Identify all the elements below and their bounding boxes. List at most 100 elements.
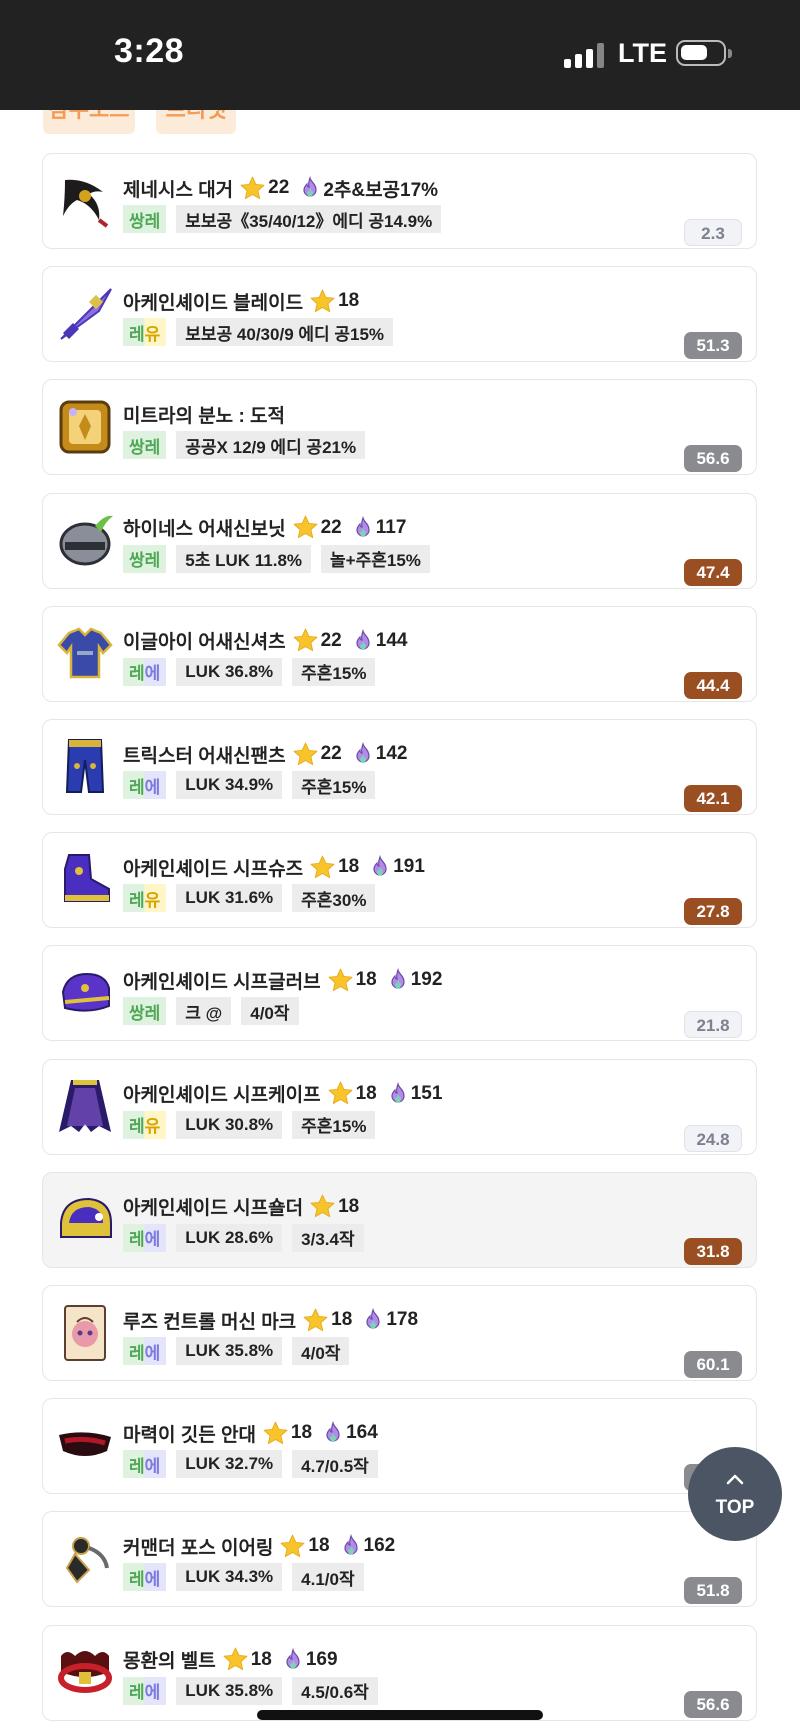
option-tag: LUK 35.8% [176, 1337, 283, 1365]
equipment-card[interactable]: 미트라의 분노 : 도적쌍 레 공공X 12/9 에디 공21% 56.6 [42, 379, 757, 476]
item-name: 아케인셰이드 시프슈즈 [123, 858, 304, 880]
star-count: 22 [268, 177, 290, 198]
flame-value: 151 [410, 1082, 443, 1104]
item-name: 미트라의 분노 : 도적 [123, 405, 286, 427]
equipment-card[interactable]: 아케인셰이드 시프숄더 18 레 에 LUK 28.6% 3/3.4작 31.8 [42, 1171, 757, 1268]
earring-icon [65, 1537, 109, 1584]
item-tags: 쌍 레 5초 LUK 11.8% 놀+주흔15% [123, 544, 430, 573]
star-icon [292, 627, 319, 654]
star-count: 18 [338, 290, 360, 312]
emblem-icon [59, 400, 111, 454]
option-tag: 놀+주흔15% [321, 544, 430, 573]
item-title-line: 커맨더 포스 이어링 18 162 [123, 1531, 395, 1561]
score-badge: 47.4 [684, 558, 742, 586]
potential-badge: 레에 [123, 1450, 167, 1479]
item-name: 트릭스터 어새신팬츠 [123, 745, 286, 767]
star-count: 18 [338, 1195, 360, 1217]
option-tag: 4.7/0.5작 [292, 1450, 378, 1479]
score-badge: 44.4 [684, 671, 742, 699]
pants-icon [65, 739, 105, 793]
item-name: 아케인셰이드 블레이드 [123, 292, 304, 314]
option-tag: 보보공 40/30/9 에디 공15% [176, 318, 394, 347]
equipment-card[interactable]: 아케인셰이드 시프글러브 18 192 쌍 레 크 @ 4/0작 21.8 [42, 945, 757, 1042]
item-tags: 쌍 레 보보공《35/40/12》에디 공14.9% [123, 205, 442, 233]
item-name: 커맨더 포스 이어링 [123, 1537, 274, 1559]
equipment-card[interactable]: 아케인셰이드 시프슈즈 18 191 레 유 LUK 31.6% 주흔30% 27.8 [42, 832, 757, 929]
equipment-card[interactable]: 이글아이 어새신셔츠 22 144 레 에 LUK 36.8% 주흔15% 44.4 [42, 605, 757, 702]
item-name: 이글아이 어새신셔츠 [123, 632, 286, 654]
item-image [55, 1189, 115, 1251]
flame-icon [282, 1647, 304, 1672]
item-tags: 쌍 레 공공X 12/9 에디 공21% [123, 431, 366, 460]
item-tags: 레 에 LUK 34.9% 주흔15% [123, 771, 376, 799]
item-image [55, 396, 115, 458]
star-icon [309, 288, 336, 315]
item-name: 아케인셰이드 시프숄더 [123, 1198, 304, 1220]
option-tag: 공공X 12/9 에디 공21% [176, 431, 366, 460]
potential-badge: 쌍레 [123, 544, 167, 573]
item-name: 제네시스 대거 [123, 179, 234, 201]
item-title-line: 하이네스 어새신보닛 22 117 [123, 513, 406, 543]
star-icon [327, 1080, 354, 1107]
score-badge: 24.8 [684, 1124, 742, 1152]
flame-icon [387, 1081, 409, 1106]
item-title-line: 아케인셰이드 시프글러브 18 192 [123, 965, 442, 995]
option-tag: LUK 31.6% [176, 884, 283, 913]
equipment-card[interactable]: 루즈 컨트롤 머신 마크 18 178 레 에 LUK 35.8% 4/0작 60.1 [42, 1285, 757, 1381]
star-icon [262, 1420, 289, 1447]
star-icon [279, 1533, 306, 1560]
star-icon [292, 741, 319, 768]
star-count: 18 [250, 1648, 272, 1670]
flame-icon [362, 1308, 384, 1332]
option-tag: 3/3.4작 [292, 1223, 364, 1252]
potential-badge: 쌍레 [123, 205, 167, 233]
equipment-card[interactable]: 트릭스터 어새신팬츠 22 142 레 에 LUK 34.9% 주흔15% 42.1 [42, 719, 757, 815]
score-badge: 60.1 [684, 1351, 742, 1378]
shoulder-icon [60, 1197, 112, 1238]
item-image [55, 623, 115, 685]
star-icon [327, 967, 354, 994]
equipment-card[interactable]: 제네시스 대거 22 2추&보공17% 쌍 레 보보공《35/40/12》에디 공14.9… [42, 153, 757, 249]
flame-value: 164 [346, 1422, 378, 1444]
scroll-top-button[interactable]: TOP [688, 1447, 782, 1541]
flame-value: 169 [305, 1648, 338, 1670]
item-image [55, 1076, 115, 1138]
equipment-card[interactable]: 몽환의 벨트 18 169 레 에 LUK 35.8% 4.5/0.6작 56.6 [42, 1624, 757, 1721]
item-name: 루즈 컨트롤 머신 마크 [123, 1311, 297, 1333]
item-image [55, 962, 115, 1024]
item-image [55, 1415, 115, 1477]
option-tag: 5초 LUK 11.8% [176, 544, 312, 573]
belt-icon [58, 1650, 112, 1693]
option-tag: 보보공《35/40/12》에디 공14.9% [176, 205, 442, 233]
equipment-card[interactable]: 아케인셰이드 시프케이프 18 151 레 유 LUK 30.8% 주흔15% 24.8 [42, 1058, 757, 1155]
dagger-icon [63, 179, 109, 228]
item-image [55, 736, 115, 798]
star-count: 22 [320, 516, 342, 538]
star-count: 18 [290, 1422, 313, 1444]
star-icon [292, 514, 319, 541]
item-image [55, 170, 115, 232]
flame-value: 162 [363, 1535, 396, 1557]
potential-badge: 쌍레 [123, 997, 167, 1026]
equipment-card[interactable]: 커맨더 포스 이어링 18 162 레 에 LUK 34.3% 4.1/0작 51.8 [42, 1511, 757, 1608]
shirt-icon [57, 627, 113, 679]
item-title-line: 이글아이 어새신셔츠 22 144 [123, 626, 407, 656]
equipment-card[interactable]: 아케인셰이드 블레이드 18 레 유 보보공 40/30/9 에디 공15% 51.3 [42, 266, 757, 363]
option-tag: 주흔15% [292, 1110, 376, 1139]
flame-icon [352, 515, 374, 540]
item-title-line: 제네시스 대거 22 2추&보공17% [123, 173, 438, 203]
option-tag: 4/0작 [241, 997, 299, 1026]
score-badge: 56.6 [684, 445, 742, 473]
item-title-line: 루즈 컨트롤 머신 마크 18 178 [123, 1305, 418, 1335]
potential-badge: 레에 [123, 771, 167, 799]
potential-badge: 쌍레 [123, 431, 167, 460]
option-tag: 4.5/0.6작 [292, 1676, 378, 1705]
eyepatch-icon [59, 1432, 111, 1457]
option-tag: 주흔15% [292, 771, 376, 799]
item-name: 아케인셰이드 시프케이프 [123, 1085, 321, 1107]
flame-value: 178 [386, 1309, 419, 1330]
item-tags: 쌍레 크 @ 4/0작 [123, 997, 299, 1026]
equipment-card[interactable]: 하이네스 어새신보닛 22 117 쌍 레 5초 LUK 11.8% 놀+주흔15% 47.4 [42, 492, 757, 589]
equipment-card[interactable]: 마력이 깃든 안대18164레에LUK 32.7%4.7/0.5작57.7 [42, 1398, 757, 1495]
potential-badge: 레유 [123, 884, 167, 913]
